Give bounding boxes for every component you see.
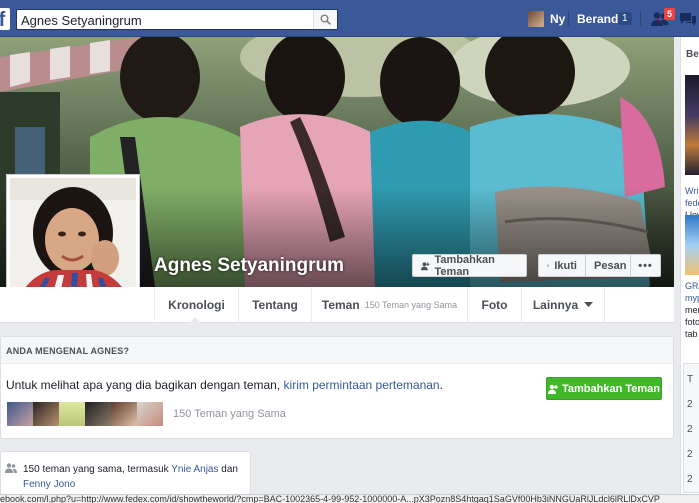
divider [640, 12, 641, 26]
friend-thumbnail[interactable] [59, 402, 85, 426]
search-icon [320, 14, 331, 25]
search-box[interactable] [16, 9, 338, 30]
year-list: T 2 2 2 2 2 [687, 367, 693, 495]
send-friend-request-link[interactable]: kirim permintaan pertemanan [284, 378, 440, 392]
avatar [528, 11, 544, 27]
friend-requests-badge: 5 [664, 8, 676, 20]
card-text: Untuk melihat apa yang dia bagikan denga… [6, 378, 443, 392]
top-bar: f Ny Beranda 1 5 [0, 0, 699, 37]
add-friend-label: Tambahkan Teman [561, 382, 660, 395]
chevron-down-icon [584, 302, 594, 307]
mutual-friends-thumbnails [7, 402, 163, 426]
ad-line: GRA [685, 281, 699, 291]
ad-line: foto [685, 317, 699, 327]
tab-label: Teman [321, 298, 360, 312]
browser-status-bar: ebook.com/l.php?u=http://www.fedex.com/i… [0, 494, 699, 503]
year-item[interactable]: 2 [687, 442, 693, 467]
mutual-text-and: dan [218, 464, 238, 475]
friend-link[interactable]: Ynie Anjas [171, 464, 218, 475]
friends-icon [5, 463, 17, 473]
user-profile-link[interactable]: Ny [528, 10, 565, 28]
ad-line: myp [685, 293, 699, 303]
mutual-friends-text: 150 teman yang sama, termasuk Ynie Anjas… [23, 462, 247, 492]
follow-label: Ikuti [554, 259, 577, 272]
tab-label: Foto [481, 298, 508, 312]
search-input[interactable] [21, 11, 311, 29]
tab-label: Kronologi [168, 298, 225, 312]
tab-about[interactable]: Tentang [238, 287, 311, 323]
card-text-prefix: Untuk melihat apa yang dia bagikan denga… [6, 378, 284, 392]
mutual-friends-link[interactable]: 150 Teman yang Sama [173, 408, 286, 420]
right-column: Ber Writ fede Llev love GRA myp men foto… [680, 37, 699, 495]
friend-thumbnail[interactable] [7, 402, 33, 426]
add-friend-icon [421, 261, 430, 270]
facebook-logo[interactable]: f [0, 8, 10, 31]
ad-line: fede [685, 198, 699, 208]
year-item[interactable]: 2 [687, 417, 693, 442]
profile-name[interactable]: Agnes Setyaningrum [154, 255, 344, 277]
ad-line: Writ [685, 186, 699, 196]
year-item[interactable]: 2 [687, 392, 693, 417]
friend-thumbnail[interactable] [111, 402, 137, 426]
year-item[interactable]: T [687, 367, 693, 392]
mutual-friends-card: 150 teman yang sama, termasuk Ynie Anjas… [0, 451, 251, 495]
friend-request-card: ANDA MENGENAL AGNES? Untuk melihat apa y… [0, 336, 674, 439]
rss-icon [547, 264, 550, 267]
year-item[interactable]: 2 [687, 467, 693, 492]
message-button[interactable]: Pesan [586, 254, 631, 277]
tab-label: Tentang [252, 298, 298, 312]
add-friend-icon [547, 384, 558, 394]
friend-thumbnail[interactable] [33, 402, 59, 426]
friend-link[interactable]: Fenny Jono [23, 479, 75, 490]
add-friend-primary-button[interactable]: Tambahkan Teman [546, 377, 662, 400]
tab-photos[interactable]: Foto [467, 287, 521, 323]
ad-image[interactable] [685, 215, 699, 275]
add-friend-button[interactable]: Tambahkan Teman [412, 253, 527, 278]
right-column-label: Ber [686, 49, 699, 60]
card-text-suffix: . [439, 378, 443, 392]
active-tab-indicator [189, 317, 201, 323]
friend-thumbnail[interactable] [137, 402, 163, 426]
profile-nav: Kronologi Tentang Teman 150 Teman yang Sa… [0, 287, 674, 323]
ad-line: men [685, 305, 699, 315]
ad-line: tab [685, 329, 698, 339]
user-name: Ny [550, 12, 566, 26]
mutual-text-prefix: 150 teman yang sama, termasuk [23, 464, 172, 475]
mutual-friends-count: 150 Teman yang Sama [364, 300, 458, 310]
divider [568, 12, 569, 26]
card-title: ANDA MENGENAL AGNES? [6, 346, 130, 356]
ad-image[interactable] [685, 75, 699, 175]
home-count-badge: 1 [618, 12, 632, 25]
tab-more[interactable]: Lainnya [521, 287, 605, 323]
more-options-button[interactable]: ••• [631, 254, 661, 277]
profile-photo [10, 178, 136, 304]
tab-friends[interactable]: Teman 150 Teman yang Sama [311, 287, 467, 323]
messages-icon[interactable] [678, 11, 698, 27]
add-friend-label: Tambahkan Teman [434, 253, 495, 278]
friend-thumbnail[interactable] [85, 402, 111, 426]
card-header: ANDA MENGENAL AGNES? [1, 337, 673, 364]
ad-text[interactable]: GRA myp men foto tab [685, 280, 699, 340]
message-label: Pesan [594, 259, 627, 272]
search-button[interactable] [313, 10, 337, 29]
follow-button[interactable]: Ikuti [538, 254, 586, 277]
tab-label: Lainnya [532, 298, 579, 312]
